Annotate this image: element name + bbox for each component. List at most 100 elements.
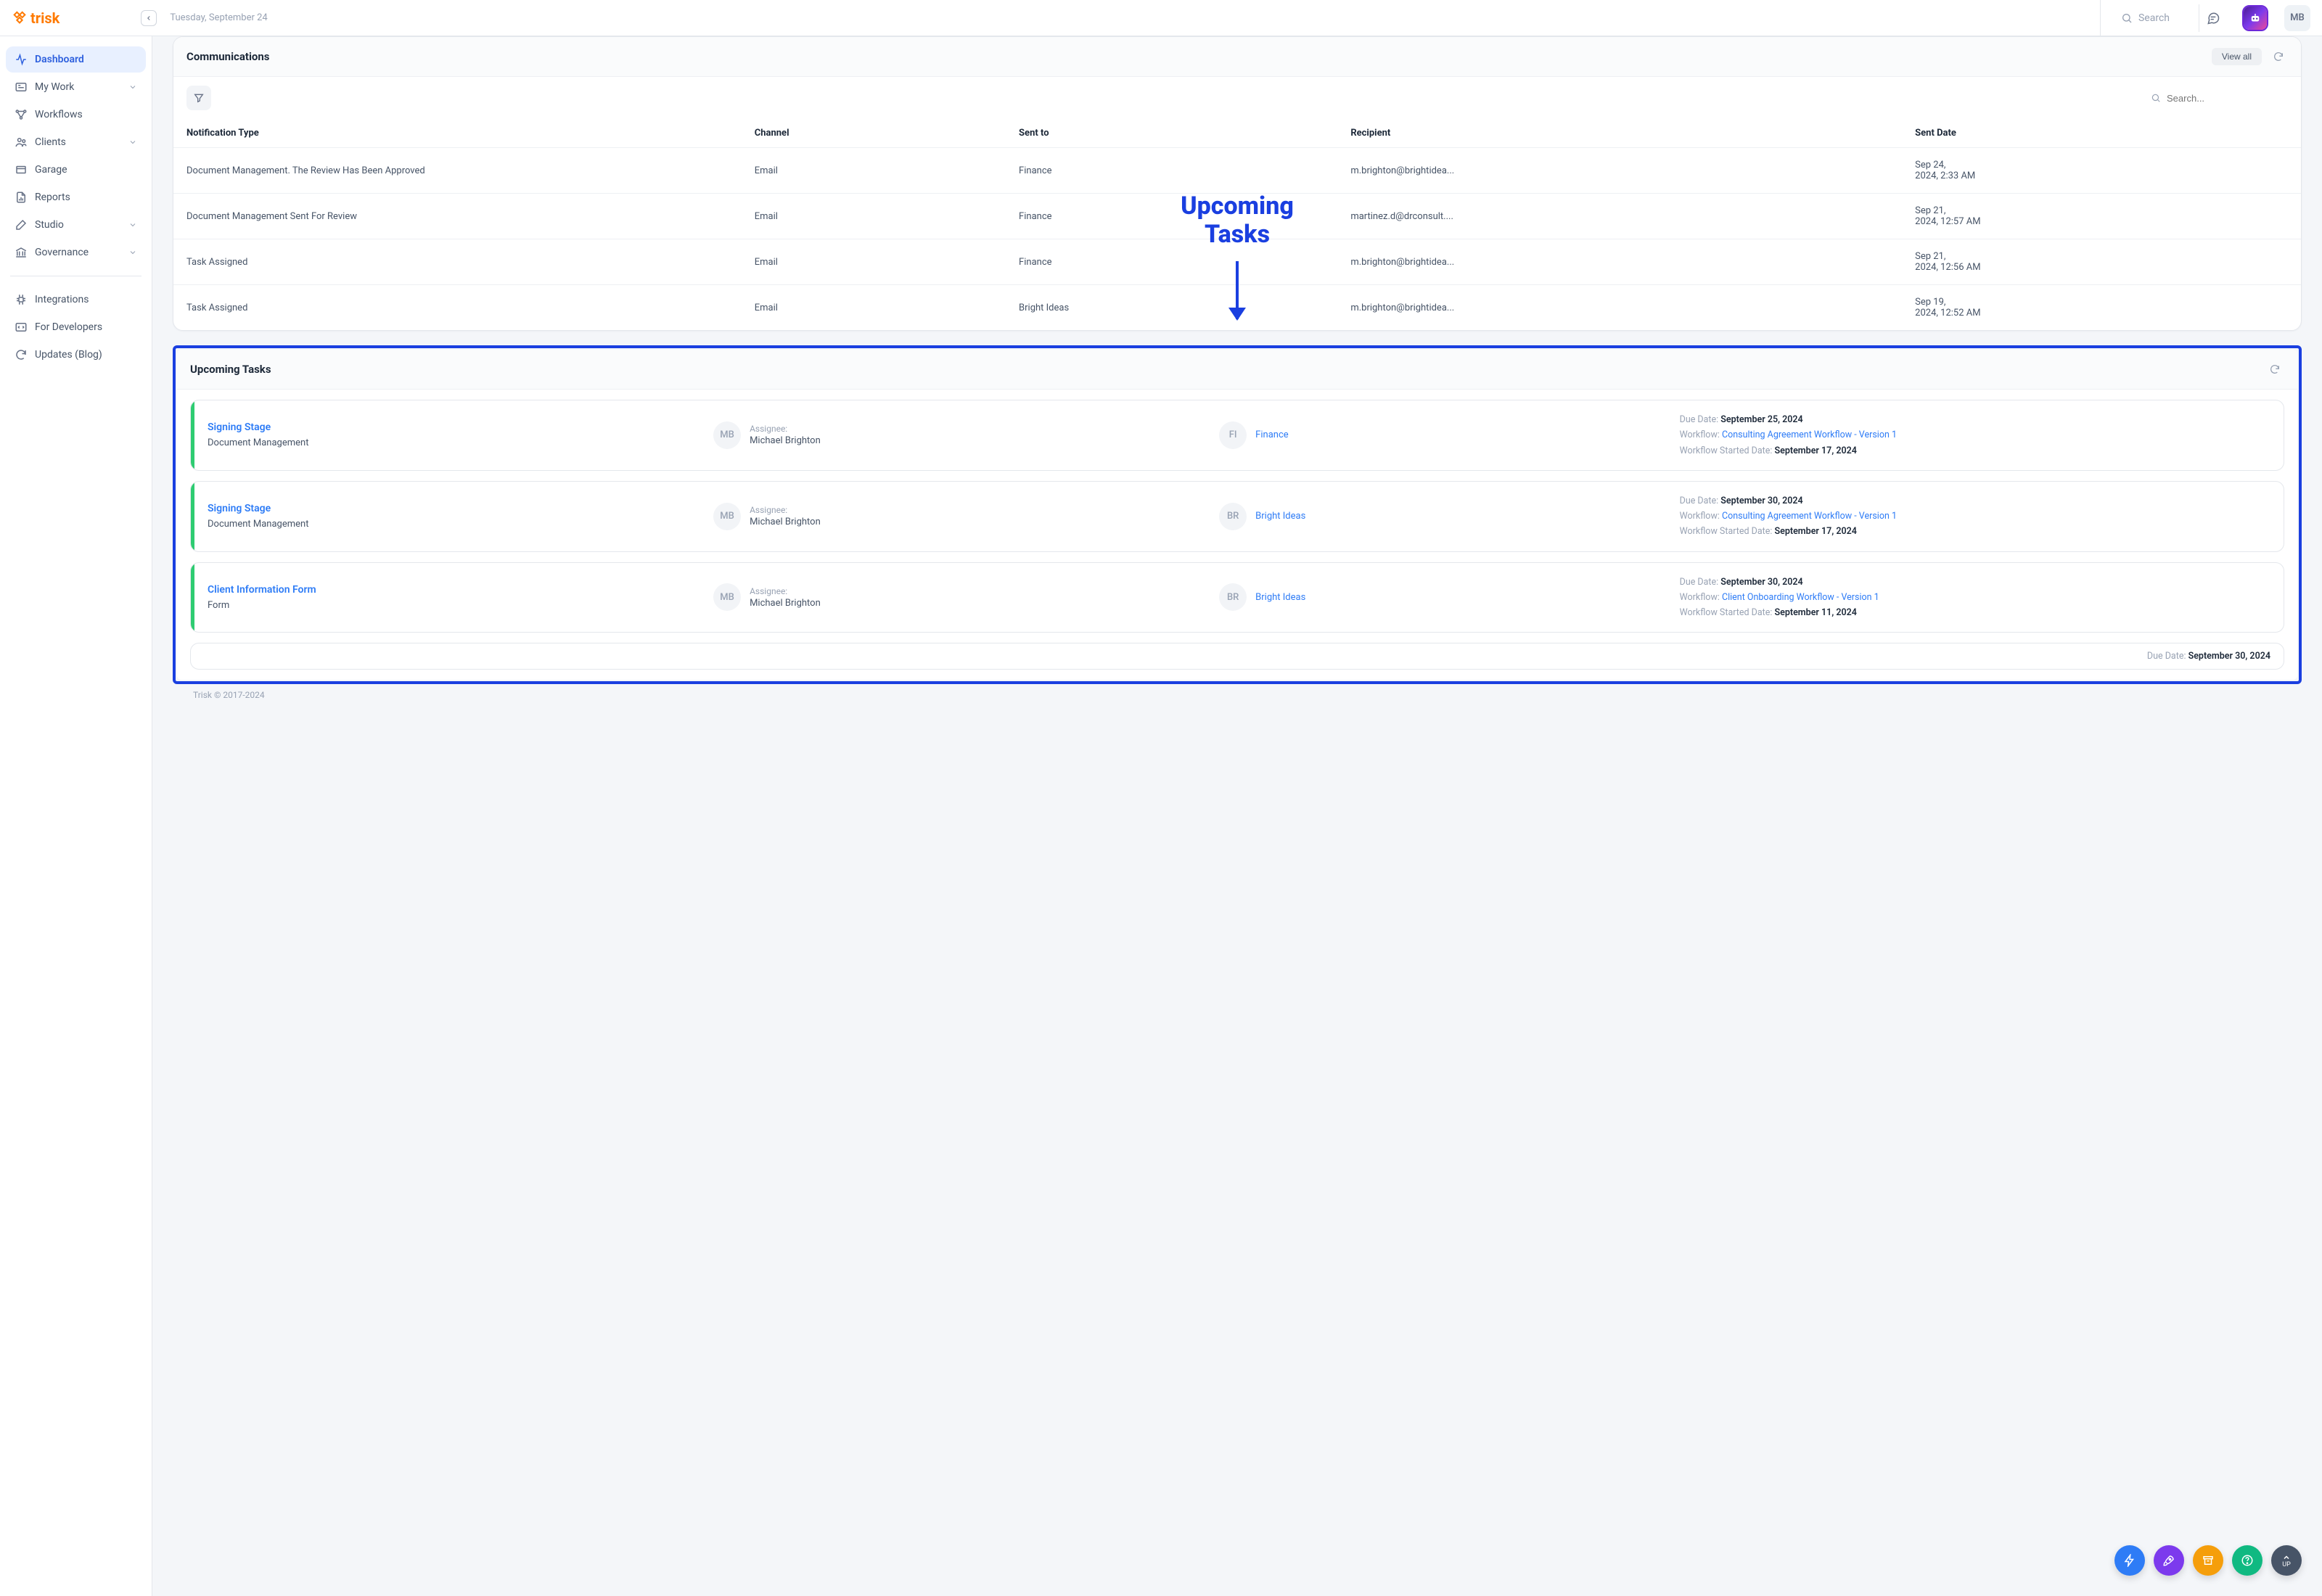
cell-date: Sep 24,2024, 2:33 AM — [1902, 148, 2301, 194]
due-date: September 30, 2024 — [1720, 495, 1802, 506]
integrations-icon — [15, 293, 28, 306]
fab-launch[interactable] — [2154, 1545, 2184, 1576]
client-link[interactable]: Bright Ideas — [1255, 511, 1305, 522]
ai-assistant-button[interactable] — [2244, 7, 2267, 30]
task-card-peek: Due Date: September 30, 2024 — [190, 643, 2284, 670]
rocket-icon — [2162, 1554, 2175, 1567]
chevron-down-icon — [128, 221, 137, 229]
refresh-icon — [2273, 51, 2284, 62]
refresh-button[interactable] — [2265, 360, 2284, 379]
col-header: Notification Type — [173, 119, 742, 148]
logo-text: trisk — [30, 9, 60, 27]
workflow-link[interactable]: Consulting Agreement Workflow - Version … — [1722, 429, 1897, 440]
due-label: Due Date: — [1680, 577, 1721, 588]
client-link[interactable]: Finance — [1255, 429, 1288, 440]
global-search[interactable]: Search — [2100, 0, 2190, 36]
client-link[interactable]: Bright Ideas — [1255, 592, 1305, 603]
assignee-avatar: MB — [713, 421, 741, 449]
view-all-button[interactable]: View all — [2212, 48, 2262, 65]
assignee-avatar: MB — [713, 503, 741, 530]
due-label: Due Date: — [1680, 495, 1721, 506]
sidebar-item-workflows[interactable]: Workflows — [6, 102, 146, 128]
sidebar-item-garage[interactable]: Garage — [6, 157, 146, 183]
task-name-link[interactable]: Client Information Form — [208, 584, 707, 596]
sidebar-item-governance[interactable]: Governance — [6, 239, 146, 266]
cell-recipient: m.brighton@brightidea... — [1337, 148, 1902, 194]
sidebar-item-label: Clients — [35, 136, 66, 148]
filter-button[interactable] — [186, 86, 211, 110]
assignee-label: Assignee: — [750, 505, 821, 515]
workflows-icon — [15, 108, 28, 121]
sidebar-item-updates[interactable]: Updates (Blog) — [6, 342, 146, 368]
current-date: Tuesday, September 24 — [170, 12, 267, 23]
due-date: September 25, 2024 — [1720, 414, 1802, 425]
sidebar-item-label: Workflows — [35, 109, 83, 120]
fab-row: UP — [2114, 1545, 2302, 1576]
main-content: Communications View all — [152, 36, 2322, 1596]
chevron-down-icon — [128, 138, 137, 147]
upcoming-tasks-panel: Upcoming Tasks Signing Stage Document Ma… — [177, 350, 2297, 680]
col-header: Sent Date — [1902, 119, 2301, 148]
sidebar-item-studio[interactable]: Studio — [6, 212, 146, 238]
sidebar-collapse-button[interactable] — [141, 10, 157, 26]
refresh-icon — [2269, 363, 2281, 375]
fab-help[interactable] — [2232, 1545, 2262, 1576]
due-date: September 30, 2024 — [1720, 577, 1802, 588]
task-card[interactable]: Signing Stage Document Management MB Ass… — [190, 400, 2284, 471]
dashboard-icon — [15, 53, 28, 66]
panel-search-input[interactable] — [2167, 93, 2280, 104]
sidebar-item-label: Garage — [35, 164, 67, 176]
logo[interactable]: trisk — [12, 9, 60, 27]
search-icon — [2121, 12, 2133, 24]
table-row[interactable]: Task Assigned Email Bright Ideas m.brigh… — [173, 285, 2301, 331]
sidebar-item-label: Updates (Blog) — [35, 349, 102, 361]
assignee-avatar: MB — [713, 583, 741, 611]
table-row[interactable]: Document Management. The Review Has Been… — [173, 148, 2301, 194]
started-date: September 17, 2024 — [1775, 445, 1857, 456]
help-icon — [2241, 1554, 2254, 1567]
workflow-link[interactable]: Client Onboarding Workflow - Version 1 — [1722, 592, 1879, 603]
fab-scroll-up[interactable]: UP — [2271, 1545, 2302, 1576]
sidebar-item-mywork[interactable]: My Work — [6, 74, 146, 100]
cell-recipient: m.brighton@brightidea... — [1337, 285, 1902, 331]
refresh-button[interactable] — [2269, 47, 2288, 66]
messages-button[interactable] — [2199, 4, 2226, 32]
user-avatar[interactable]: MB — [2284, 5, 2310, 31]
cell-sentto: Bright Ideas — [1006, 285, 1337, 331]
sidebar-item-developers[interactable]: For Developers — [6, 314, 146, 340]
due-label: Due Date: — [1680, 414, 1721, 425]
sidebar-item-reports[interactable]: Reports — [6, 184, 146, 210]
cell-sentto: Finance — [1006, 148, 1337, 194]
garage-icon — [15, 163, 28, 176]
sidebar-item-label: Studio — [35, 219, 64, 231]
started-date: September 11, 2024 — [1775, 607, 1857, 618]
table-row[interactable]: Task Assigned Email Finance m.brighton@b… — [173, 239, 2301, 285]
sidebar-item-label: Integrations — [35, 294, 89, 305]
sidebar-item-integrations[interactable]: Integrations — [6, 287, 146, 313]
task-card[interactable]: Signing Stage Document Management MB Ass… — [190, 481, 2284, 552]
fab-quick-action[interactable] — [2114, 1545, 2145, 1576]
client-avatar: BR — [1219, 503, 1247, 530]
topbar: trisk Tuesday, September 24 Search MB — [0, 0, 2322, 36]
fab-archive[interactable] — [2193, 1545, 2223, 1576]
task-name-link[interactable]: Signing Stage — [208, 503, 707, 514]
task-type: Document Management — [208, 519, 707, 530]
task-name-link[interactable]: Signing Stage — [208, 421, 707, 433]
sidebar-item-dashboard[interactable]: Dashboard — [6, 46, 146, 73]
col-header: Recipient — [1337, 119, 1902, 148]
workflow-link[interactable]: Consulting Agreement Workflow - Version … — [1722, 511, 1897, 522]
started-label: Workflow Started Date: — [1680, 607, 1775, 618]
sidebar-item-clients[interactable]: Clients — [6, 129, 146, 155]
sidebar-item-label: For Developers — [35, 321, 102, 333]
assignee-name: Michael Brighton — [750, 598, 821, 609]
cell-date: Sep 21,2024, 12:56 AM — [1902, 239, 2301, 285]
started-label: Workflow Started Date: — [1680, 526, 1775, 537]
workflow-label: Workflow: — [1680, 592, 1722, 603]
chevron-up-icon — [2282, 1553, 2291, 1562]
task-card[interactable]: Client Information Form Form MB Assignee… — [190, 562, 2284, 633]
cell-sentto: Finance — [1006, 194, 1337, 239]
table-row[interactable]: Document Management Sent For Review Emai… — [173, 194, 2301, 239]
task-type: Document Management — [208, 437, 707, 448]
chevron-down-icon — [128, 248, 137, 257]
panel-search[interactable] — [2143, 87, 2288, 109]
